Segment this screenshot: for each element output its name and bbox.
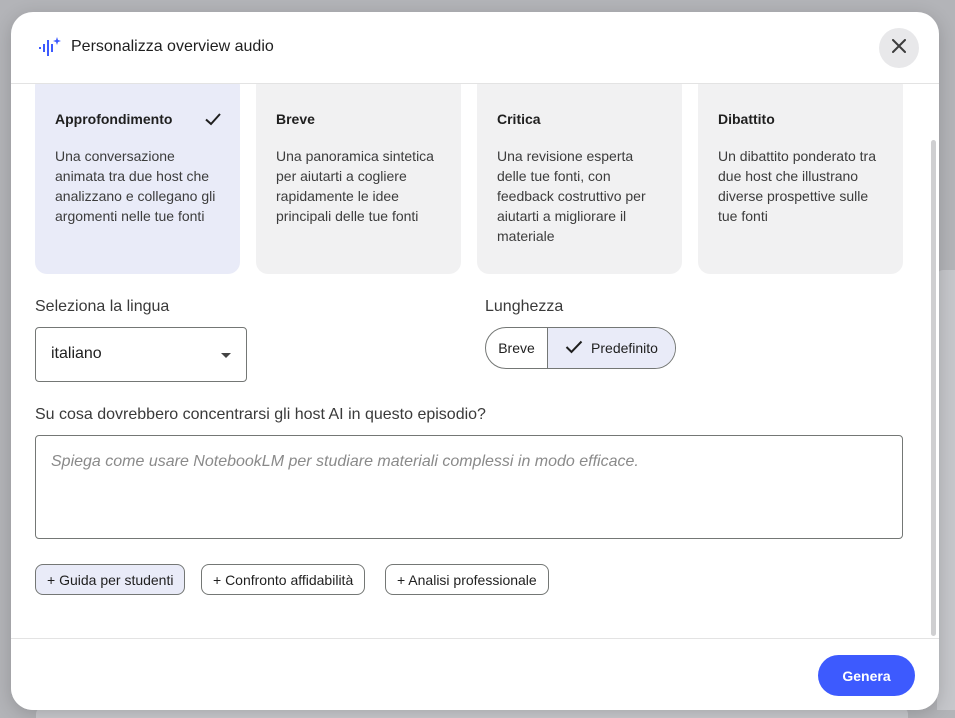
format-card-description: Una panoramica sintetica per aiutarti a …: [276, 148, 434, 224]
format-card-dibattito[interactable]: Dibattito Un dibattito ponderato tra due…: [698, 84, 903, 274]
format-card-title: Breve: [276, 111, 315, 127]
focus-label: Su cosa dovrebbero concentrarsi gli host…: [35, 406, 486, 423]
dialog-footer: Genera: [11, 638, 939, 710]
customize-audio-dialog: Personalizza overview audio Approfondime…: [11, 12, 939, 710]
format-card-breve[interactable]: Breve Una panoramica sintetica per aiuta…: [256, 84, 461, 274]
language-value: italiano: [51, 345, 102, 362]
check-icon: [565, 340, 583, 357]
length-option-short[interactable]: Breve: [486, 328, 548, 368]
format-card-critica[interactable]: Critica Una revisione esperta delle tue …: [477, 84, 682, 274]
generate-button[interactable]: Genera: [818, 655, 915, 696]
background-panel: [937, 270, 955, 710]
format-card-description: Un dibattito ponderato tra due host che …: [718, 148, 876, 224]
audio-sparkle-icon: [38, 36, 62, 58]
dialog-header: Personalizza overview audio: [11, 12, 939, 84]
dialog-body: Approfondimento Una conversazione animat…: [11, 84, 939, 638]
focus-placeholder: Spiega come usare NotebookLM per studiar…: [51, 453, 639, 470]
language-label: Seleziona la lingua: [35, 298, 170, 315]
format-card-title: Critica: [497, 111, 541, 127]
length-option-default[interactable]: Predefinito: [548, 328, 675, 368]
chip-label: + Confronto affidabilità: [213, 571, 354, 588]
chip-reliability-comparison[interactable]: + Confronto affidabilità: [201, 564, 366, 595]
close-icon: [892, 38, 906, 58]
format-card-approfondimento[interactable]: Approfondimento Una conversazione animat…: [35, 84, 240, 274]
length-option-label: Predefinito: [591, 340, 658, 356]
close-button[interactable]: [879, 28, 919, 68]
dialog-title: Personalizza overview audio: [71, 38, 274, 55]
focus-textarea[interactable]: Spiega come usare NotebookLM per studiar…: [35, 435, 903, 539]
length-toggle: Breve Predefinito: [485, 327, 676, 369]
format-card-description: Una revisione esperta delle tue fonti, c…: [497, 148, 646, 244]
scrollbar[interactable]: [931, 140, 936, 636]
chip-student-guide[interactable]: + Guida per studenti: [35, 564, 186, 595]
dropdown-arrow-icon: [221, 353, 231, 358]
chip-label: + Analisi professionale: [397, 571, 537, 588]
format-card-title: Approfondimento: [55, 111, 173, 127]
language-select[interactable]: italiano: [35, 327, 247, 382]
check-icon: [204, 110, 222, 128]
length-option-label: Breve: [498, 340, 535, 356]
format-card-description: Una conversazione animata tra due host c…: [55, 148, 216, 224]
chip-label: + Guida per studenti: [47, 571, 174, 588]
chip-professional-analysis[interactable]: + Analisi professionale: [385, 564, 549, 595]
length-label: Lunghezza: [485, 298, 564, 315]
format-card-title: Dibattito: [718, 111, 775, 127]
format-cards: Approfondimento Una conversazione animat…: [35, 84, 903, 276]
